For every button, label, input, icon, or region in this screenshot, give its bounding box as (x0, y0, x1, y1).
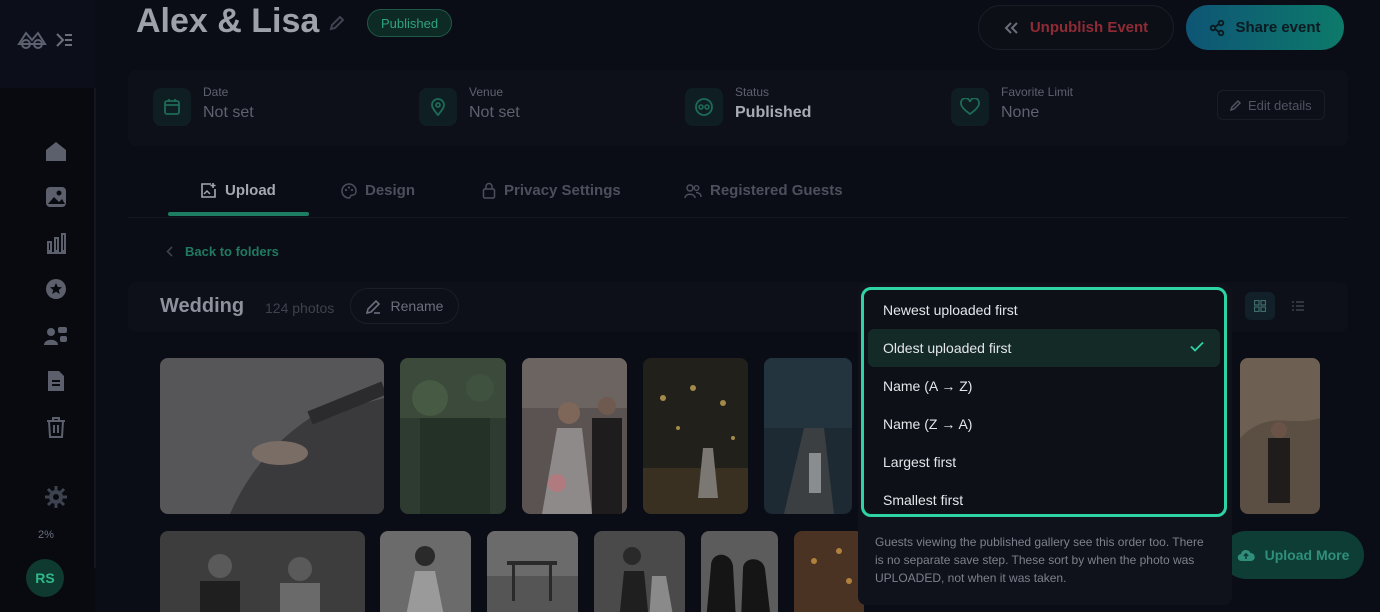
back-to-folders-link[interactable]: Back to folders (166, 244, 279, 259)
photo-thumbnail[interactable] (701, 531, 778, 612)
edit-title-icon[interactable] (328, 14, 346, 37)
photo-thumbnail[interactable] (160, 358, 384, 514)
photo-thumbnail[interactable] (594, 531, 685, 612)
sort-help-text: Guests viewing the published gallery see… (875, 535, 1204, 585)
chevron-left-icon (166, 246, 173, 257)
status-icon (685, 88, 723, 126)
status-value: Published (735, 104, 812, 121)
sort-option-selected[interactable]: Oldest uploaded first (868, 329, 1220, 367)
photo-thumbnail[interactable] (1240, 358, 1320, 514)
trash-icon[interactable] (43, 414, 69, 440)
star-icon[interactable] (43, 276, 69, 302)
guests-icon[interactable] (43, 322, 69, 348)
edit-details-button[interactable]: Edit details (1217, 90, 1325, 120)
photo-thumbnail[interactable] (522, 358, 627, 514)
photo-count: 124 photos (265, 300, 335, 316)
event-info-card: Date Not set Venue Not set Status Publis… (128, 70, 1348, 146)
share-event-label: Share event (1235, 19, 1321, 36)
sort-options-list: Newest uploaded first Oldest uploaded fi… (861, 287, 1227, 517)
tab-upload-label: Upload (225, 182, 276, 199)
tab-registered-guests[interactable]: Registered Guests (684, 182, 843, 199)
unpublish-event-label: Unpublish Event (1029, 19, 1149, 36)
collapse-sidebar-icon[interactable] (55, 32, 73, 53)
tab-design-label: Design (365, 182, 416, 199)
calendar-icon (153, 88, 191, 126)
tab-registered-guests-label: Registered Guests (710, 182, 843, 199)
active-tab-indicator (168, 212, 309, 216)
sort-option[interactable]: Largest first (868, 443, 1220, 481)
upload-more-button[interactable]: Upload More (1222, 531, 1364, 579)
photo-thumbnail[interactable] (380, 531, 471, 612)
venue-value: Not set (469, 104, 520, 121)
lock-icon (482, 182, 496, 199)
rename-button[interactable]: Rename (350, 288, 459, 324)
photo-thumbnail[interactable] (643, 358, 748, 514)
analytics-icon[interactable] (43, 230, 69, 256)
home-icon[interactable] (43, 138, 69, 164)
photo-thumbnail[interactable] (764, 358, 852, 514)
sidebar-divider (94, 88, 96, 568)
folder-name: Wedding (160, 295, 245, 317)
users-icon (684, 183, 702, 198)
photo-thumbnail[interactable] (400, 358, 506, 514)
share-event-button[interactable]: Share event (1186, 5, 1344, 50)
tab-privacy-settings[interactable]: Privacy Settings (482, 182, 621, 199)
photo-thumbnail[interactable] (794, 531, 864, 612)
tab-design[interactable]: Design (341, 182, 415, 199)
upload-more-label: Upload More (1264, 547, 1350, 563)
sort-option-label: Oldest uploaded first (883, 340, 1012, 356)
date-value: Not set (203, 104, 254, 121)
logo-icon[interactable] (16, 28, 48, 57)
sort-option[interactable]: Name (A → Z) (868, 367, 1220, 405)
tab-upload[interactable]: Upload (200, 182, 276, 199)
avatar[interactable]: RS (26, 559, 64, 597)
date-label: Date (203, 85, 229, 99)
double-chevron-left-icon (1004, 21, 1018, 34)
rename-label: Rename (390, 298, 444, 314)
pencil-icon (1230, 99, 1242, 111)
sort-option[interactable]: Name (Z → A) (868, 405, 1220, 443)
list-view-toggle[interactable] (1283, 292, 1313, 320)
favorite-limit-label: Favorite Limit (1001, 85, 1074, 99)
photos-icon[interactable] (43, 184, 69, 210)
back-to-folders-label: Back to folders (185, 244, 279, 259)
status-label: Status (735, 85, 770, 99)
list-icon (1292, 301, 1304, 311)
favorite-limit-value: None (1001, 104, 1040, 121)
sidebar: 2% RS (0, 0, 96, 612)
sort-dropdown: Newest uploaded first Oldest uploaded fi… (858, 284, 1232, 605)
location-pin-icon (419, 88, 457, 126)
venue-label: Venue (469, 85, 504, 99)
cloud-upload-icon (1237, 549, 1255, 562)
sort-option[interactable]: Newest uploaded first (868, 291, 1220, 329)
tab-privacy-settings-label: Privacy Settings (504, 182, 621, 199)
status-badge: Published (367, 9, 453, 37)
grid-view-toggle[interactable] (1245, 292, 1275, 320)
checkmark-icon (1190, 341, 1204, 352)
tab-bar: Upload Design Privacy Settings Registere… (128, 160, 1348, 218)
settings-icon[interactable] (43, 484, 69, 510)
upload-image-icon (201, 183, 216, 198)
share-icon (1210, 19, 1225, 36)
photo-thumbnail[interactable] (160, 531, 365, 612)
grid-icon (1254, 300, 1266, 312)
storage-percent: 2% (38, 529, 54, 541)
pencil-icon (365, 299, 380, 314)
palette-icon (341, 182, 357, 199)
heart-icon (951, 88, 989, 126)
unpublish-event-button[interactable]: Unpublish Event (978, 5, 1174, 50)
document-icon[interactable] (43, 368, 69, 394)
photo-thumbnail[interactable] (487, 531, 578, 612)
edit-details-label: Edit details (1248, 97, 1312, 113)
sort-option[interactable]: Smallest first (868, 481, 1220, 519)
page-title: Alex & Lisa (136, 2, 320, 40)
